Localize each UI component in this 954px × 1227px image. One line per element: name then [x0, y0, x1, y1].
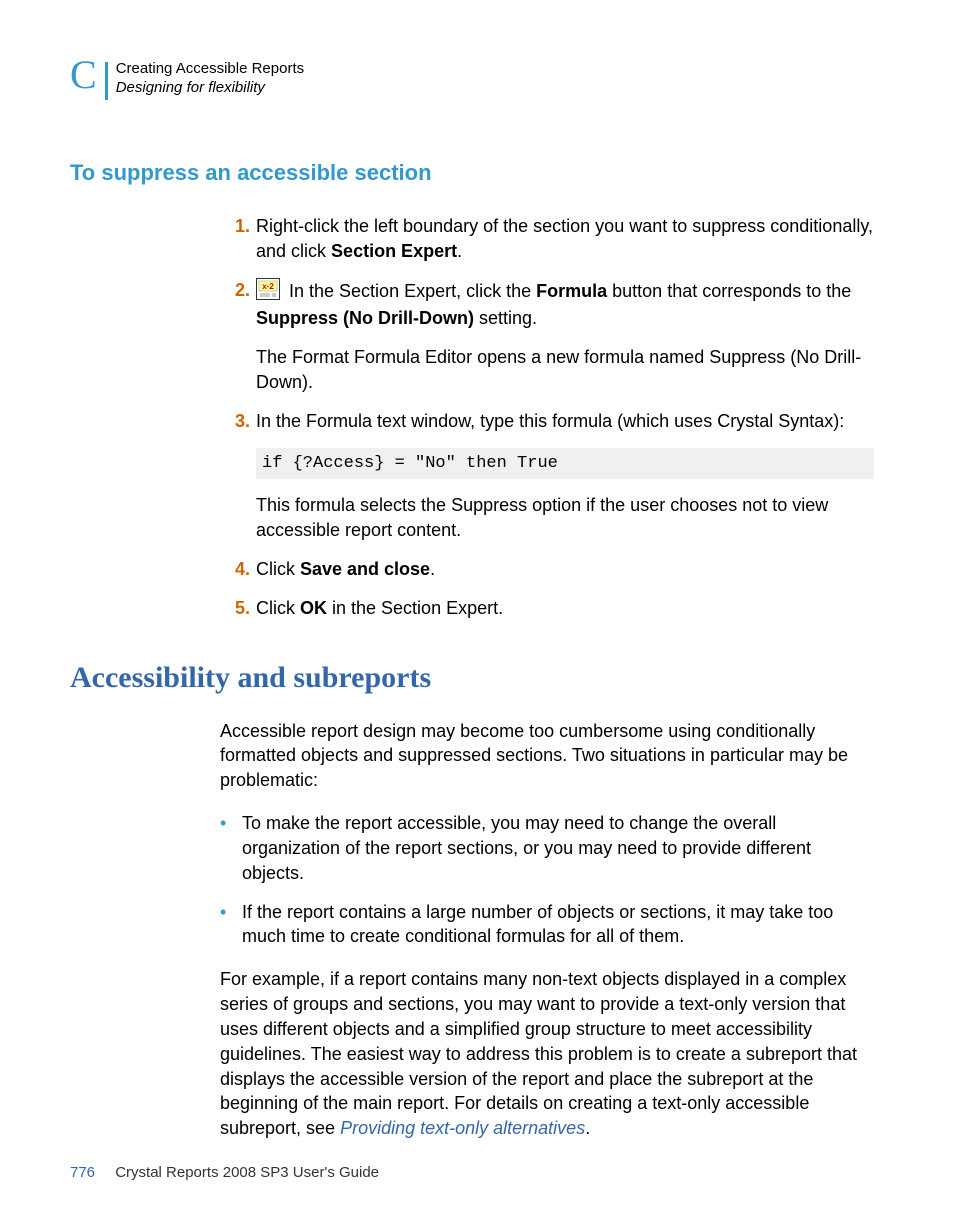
page-number: 776: [70, 1164, 95, 1181]
cross-reference-link[interactable]: Providing text-only alternatives: [340, 1118, 585, 1138]
section2-body: Accessible report design may become too …: [220, 719, 874, 1141]
header-text-block: Creating Accessible Reports Designing fo…: [116, 60, 304, 98]
step-body: x·2 In the Section Expert, click the For…: [256, 278, 874, 395]
step-5: 5. Click OK in the Section Expert.: [220, 596, 874, 621]
svg-text:x·2: x·2: [262, 282, 274, 291]
step-1: 1. Right-click the left boundary of the …: [220, 214, 874, 264]
step-text: Click: [256, 598, 300, 618]
bullet-icon: •: [220, 811, 242, 836]
step-body: Click Save and close.: [256, 557, 874, 582]
step-bold: Formula: [536, 281, 607, 301]
bullet-text: To make the report accessible, you may n…: [242, 811, 874, 885]
step-text: .: [457, 241, 462, 261]
page-footer: 776 Crystal Reports 2008 SP3 User's Guid…: [70, 1164, 379, 1181]
body-paragraph: For example, if a report contains many n…: [220, 967, 874, 1141]
step-body: Click OK in the Section Expert.: [256, 596, 874, 621]
step-number: 1.: [220, 214, 256, 239]
step-text: in the Section Expert.: [327, 598, 503, 618]
step-text: button that corresponds to the: [607, 281, 851, 301]
bullet-list: • To make the report accessible, you may…: [220, 811, 874, 949]
step-number: 5.: [220, 596, 256, 621]
header-section: Designing for flexibility: [116, 79, 304, 98]
step-para: The Format Formula Editor opens a new fo…: [256, 345, 874, 395]
header-chapter: Creating Accessible Reports: [116, 60, 304, 79]
heading-suppress-section: To suppress an accessible section: [70, 160, 884, 186]
para-text: For example, if a report contains many n…: [220, 969, 857, 1138]
steps-block: 1. Right-click the left boundary of the …: [220, 214, 874, 621]
code-block: if {?Access} = "No" then True: [256, 448, 874, 479]
bullet-icon: •: [220, 900, 242, 925]
para-text: .: [585, 1118, 590, 1138]
footer-title: Crystal Reports 2008 SP3 User's Guide: [115, 1164, 379, 1181]
step-number: 4.: [220, 557, 256, 582]
step-4: 4. Click Save and close.: [220, 557, 874, 582]
list-item: • If the report contains a large number …: [220, 900, 874, 950]
step-text: In the Formula text window, type this fo…: [256, 409, 874, 434]
list-item: • To make the report accessible, you may…: [220, 811, 874, 885]
step-bold: Section Expert: [331, 241, 457, 261]
step-text: In the Section Expert, click the: [284, 281, 536, 301]
bullet-text: If the report contains a large number of…: [242, 900, 874, 950]
step-number: 3.: [220, 409, 256, 434]
step-bold: Save and close: [300, 559, 430, 579]
formula-button-icon: x·2: [256, 278, 280, 307]
appendix-letter: C: [70, 58, 97, 92]
document-page: C Creating Accessible Reports Designing …: [0, 0, 954, 1227]
step-text: setting.: [474, 308, 537, 328]
step-para: This formula selects the Suppress option…: [256, 493, 874, 543]
step-text: Click: [256, 559, 300, 579]
step-number: 2.: [220, 278, 256, 303]
step-2: 2. x·2 In the Section Expert, click the: [220, 278, 874, 395]
step-body: In the Formula text window, type this fo…: [256, 409, 874, 543]
ordered-steps: 1. Right-click the left boundary of the …: [220, 214, 874, 621]
heading-accessibility-subreports: Accessibility and subreports: [70, 661, 884, 695]
running-header: C Creating Accessible Reports Designing …: [70, 60, 884, 100]
step-body: Right-click the left boundary of the sec…: [256, 214, 874, 264]
step-bold: OK: [300, 598, 327, 618]
step-bold: Suppress (No Drill-Down): [256, 308, 474, 328]
step-text: .: [430, 559, 435, 579]
body-paragraph: Accessible report design may become too …: [220, 719, 874, 793]
header-divider: [105, 62, 108, 100]
step-3: 3. In the Formula text window, type this…: [220, 409, 874, 543]
